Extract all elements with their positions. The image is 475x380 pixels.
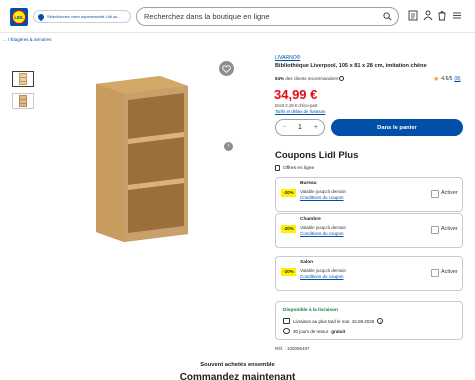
store-selector-label: Sélectionnez votre supermarché Lidl ou..… — [47, 14, 121, 19]
thumbnail-1[interactable] — [12, 71, 34, 87]
discount-badge: -20% — [281, 268, 296, 276]
search-input[interactable]: Recherchez dans la boutique en ligne — [136, 7, 399, 26]
truck-icon — [283, 318, 290, 324]
product-title: Bibliothèque Liverpool, 105 x 81 x 28 cm… — [275, 63, 427, 69]
rating-value: 4.6/5 — [441, 76, 453, 82]
shopping-bag-icon — [275, 165, 280, 171]
online-offers-label: Offres en ligne — [275, 165, 314, 171]
decrement-button[interactable]: − — [282, 124, 286, 131]
product-image — [96, 76, 188, 242]
coupon-conditions-link[interactable]: Conditions du coupon — [300, 195, 344, 200]
coupon-card: Salon -20% Valable jusqu'à demain Condit… — [275, 256, 463, 291]
returns-line: 30 jours de retour gratuit — [283, 328, 345, 334]
delivery-date-line: Livraison au plus tard le mar. 15.09.202… — [283, 318, 384, 324]
discount-badge: -20% — [281, 225, 296, 233]
coupon-validity: Valable jusqu'à demain — [300, 225, 347, 230]
product-price: 34,99 € — [274, 87, 318, 102]
availability-status: Disponible à la livraison — [283, 308, 338, 313]
breadcrumb[interactable]: ... / Étagères & armoires — [3, 37, 52, 42]
info-icon[interactable]: i — [377, 318, 384, 324]
product-rating[interactable]: ★ 4.6/5 (8) — [433, 75, 461, 83]
shopping-list-icon[interactable] — [408, 10, 418, 21]
cart-icon[interactable] — [437, 10, 447, 21]
product-reference: Réf. : 100096497 — [275, 346, 310, 351]
returns-text: 30 jours de retour — [293, 328, 329, 334]
lidl-logo[interactable]: LIDL — [10, 8, 28, 26]
product-brand-link[interactable]: LIVARNO® — [275, 55, 300, 61]
thumbnail-shelf-image — [19, 95, 27, 107]
next-image-button[interactable]: › — [224, 142, 233, 151]
eco-participation: Dont 2,18 € d'éco-part — [275, 103, 318, 108]
search-placeholder: Recherchez dans la boutique en ligne — [144, 12, 270, 21]
location-pin-icon — [36, 12, 46, 21]
coupon-validity: Valable jusqu'à demain — [300, 268, 347, 273]
search-icon[interactable] — [383, 12, 392, 21]
return-icon — [283, 328, 290, 334]
activate-checkbox[interactable] — [431, 190, 439, 198]
order-now-heading: Commandez maintenant — [179, 372, 296, 380]
delivery-date: Livraison au plus tard le mar. 15.09.202… — [293, 318, 375, 324]
online-offers-text: Offres en ligne — [283, 165, 315, 171]
logo-text: LIDL — [12, 10, 26, 24]
add-to-cart-button[interactable]: Dans le panier — [331, 119, 463, 136]
coupon-conditions-link[interactable]: Conditions du coupon — [300, 231, 344, 236]
recommendation-text: 94% des clients recommandent — [275, 76, 345, 82]
returns-free: gratuit — [331, 328, 346, 334]
coupon-name: Chambre — [300, 217, 321, 222]
star-icon: ★ — [433, 76, 440, 83]
activate-label[interactable]: Activer — [441, 190, 458, 196]
activate-checkbox[interactable] — [431, 226, 439, 234]
coupon-card: Chambre -20% Valable jusqu'à demain Cond… — [275, 213, 463, 248]
activate-checkbox[interactable] — [431, 269, 439, 277]
increment-button[interactable]: + — [314, 124, 318, 131]
coupon-card: Bureau -20% Valable jusqu'à demain Condi… — [275, 177, 463, 212]
discount-badge: -20% — [281, 189, 296, 197]
quantity-value[interactable]: 1 — [298, 124, 302, 131]
heart-icon — [222, 64, 231, 73]
account-icon[interactable] — [423, 10, 433, 21]
top-header: LIDL Sélectionnez votre supermarché Lidl… — [0, 0, 475, 33]
recommendation-label: des clients recommandent — [285, 76, 338, 81]
coupons-title: Coupons Lidl Plus — [275, 150, 359, 161]
favorite-button[interactable] — [219, 61, 234, 76]
coupon-name: Salon — [300, 260, 314, 265]
activate-label[interactable]: Activer — [441, 269, 458, 275]
recommendation-pct: 94% — [275, 76, 285, 81]
quantity-stepper[interactable]: − 1 + — [275, 119, 325, 136]
activate-label[interactable]: Activer — [441, 226, 458, 232]
bought-together-heading: Souvent achetés ensemble — [200, 362, 275, 368]
coupon-validity: Valable jusqu'à demain — [300, 189, 347, 194]
store-selector-button[interactable]: Sélectionnez votre supermarché Lidl ou..… — [33, 10, 131, 23]
info-icon[interactable] — [339, 76, 345, 82]
delivery-box: Disponible à la livraison Livraison au p… — [275, 301, 463, 340]
rating-count[interactable]: (8) — [454, 76, 460, 82]
thumbnail-2[interactable] — [12, 93, 34, 109]
coupon-name: Bureau — [300, 181, 317, 186]
thumbnail-shelf-image — [19, 73, 27, 85]
coupon-conditions-link[interactable]: Conditions du coupon — [300, 274, 344, 279]
menu-icon[interactable] — [452, 10, 462, 21]
shipping-rates-link[interactable]: Tarifs et délais de livraison — [275, 109, 325, 114]
